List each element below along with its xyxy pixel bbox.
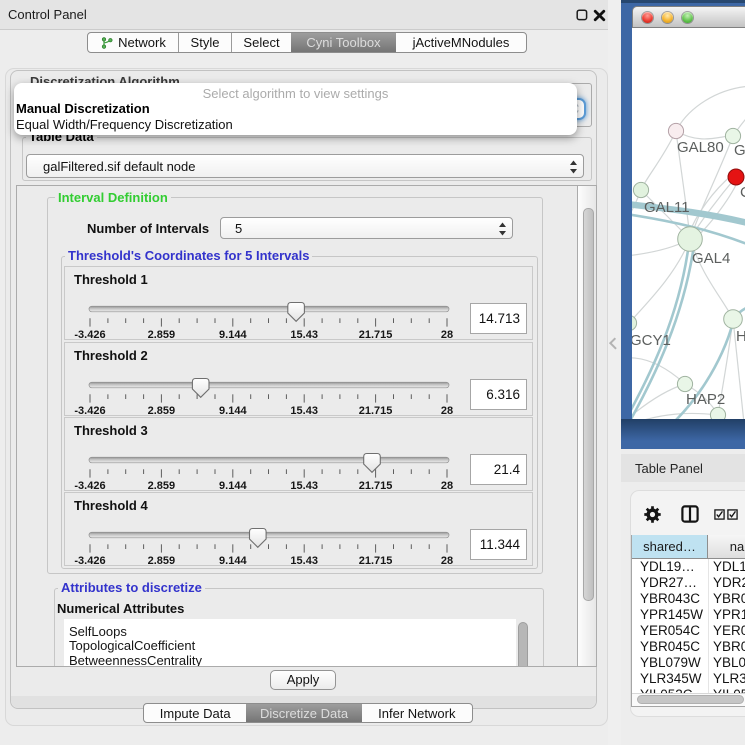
svg-text:GA: GA — [734, 142, 745, 159]
svg-text:HAP2: HAP2 — [686, 391, 725, 408]
svg-text:2.859: 2.859 — [148, 329, 176, 341]
svg-text:9.144: 9.144 — [219, 480, 247, 492]
svg-text:28: 28 — [441, 555, 453, 567]
svg-text:15.43: 15.43 — [290, 329, 318, 341]
svg-text:-3.426: -3.426 — [74, 405, 105, 417]
svg-text:H: H — [736, 328, 745, 345]
svg-text:9.144: 9.144 — [219, 329, 247, 341]
svg-text:21.715: 21.715 — [359, 480, 393, 492]
svg-text:2.859: 2.859 — [148, 480, 176, 492]
svg-text:9.144: 9.144 — [219, 555, 247, 567]
svg-text:C: C — [740, 184, 745, 201]
svg-text:GAL80: GAL80 — [677, 139, 724, 156]
svg-text:15.43: 15.43 — [290, 480, 318, 492]
svg-text:GCY1: GCY1 — [632, 332, 671, 349]
svg-text:-3.426: -3.426 — [74, 329, 105, 341]
svg-text:-3.426: -3.426 — [74, 555, 105, 567]
svg-text:28: 28 — [441, 480, 453, 492]
svg-text:21.715: 21.715 — [359, 555, 393, 567]
svg-text:28: 28 — [441, 405, 453, 417]
svg-text:GAL4: GAL4 — [692, 250, 730, 267]
svg-text:2.859: 2.859 — [148, 555, 176, 567]
svg-text:21.715: 21.715 — [359, 329, 393, 341]
svg-text:-3.426: -3.426 — [74, 480, 105, 492]
svg-text:15.43: 15.43 — [290, 555, 318, 567]
svg-text:15.43: 15.43 — [290, 405, 318, 417]
svg-text:28: 28 — [441, 329, 453, 341]
svg-text:9.144: 9.144 — [219, 405, 247, 417]
svg-text:2.859: 2.859 — [148, 405, 176, 417]
svg-text:GAL11: GAL11 — [644, 199, 690, 216]
svg-text:21.715: 21.715 — [359, 405, 393, 417]
